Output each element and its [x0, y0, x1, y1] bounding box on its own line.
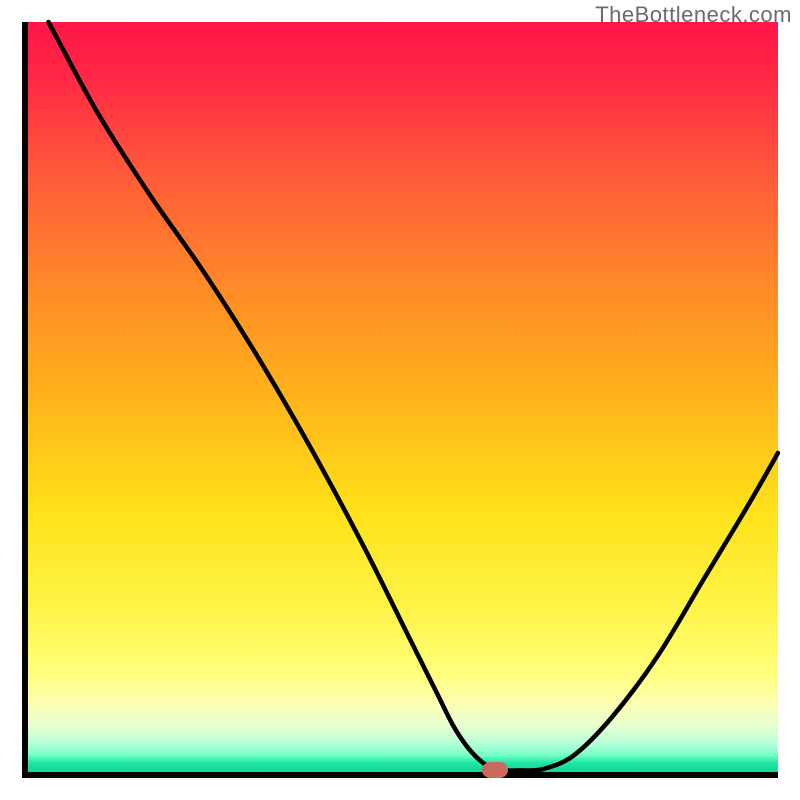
minimum-marker — [482, 762, 508, 778]
chart-container: TheBottleneck.com — [0, 0, 800, 800]
watermark-text: TheBottleneck.com — [595, 2, 792, 28]
chart-curve — [22, 22, 778, 778]
